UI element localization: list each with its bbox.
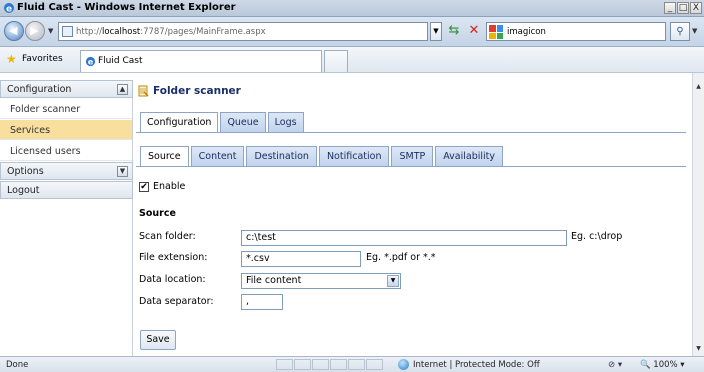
sidebar-item-label: Logout [7,185,40,196]
ie-tab-icon: e [85,57,96,67]
search-box[interactable]: imagicon [486,22,666,41]
data-location-value: File content [246,275,302,286]
security-zone-text[interactable]: Internet | Protected Mode: Off [413,360,540,370]
sidebar-item-label: Licensed users [10,146,81,157]
favorites-star-icon: ★ [6,52,17,66]
magnifier-icon: ⚲ [676,26,684,37]
forward-button[interactable]: ▶ [25,21,45,41]
new-tab-button[interactable] [324,50,348,72]
enable-label: Enable [153,181,186,192]
sidebar-item-folder-scanner[interactable]: Folder scanner [0,99,132,119]
sidebar-item-licensed-users[interactable]: Licensed users [0,141,132,161]
scan-folder-input[interactable]: c:\test [241,230,567,246]
favorites-bar: ★ Favorites e Fluid Cast [0,47,704,73]
browser-tab-label: Fluid Cast [98,56,143,66]
file-extension-label: File extension: [139,252,208,263]
zoom-level[interactable]: 🔍 100% ▾ [640,360,685,370]
sidebar-header-configuration[interactable]: Configuration ▲ [0,80,133,98]
address-url: http://localhost:7787/pages/MainFrame.as… [76,27,266,37]
search-options-dropdown-icon[interactable]: ▼ [692,22,702,41]
internet-zone-icon [398,359,409,370]
search-button[interactable]: ⚲ [670,22,690,41]
tab-content[interactable]: Content [190,146,245,167]
status-bar: Done Internet | Protected Mode: Off ⊘ ▾ … [0,356,704,372]
page-title: Folder scanner [153,85,241,97]
tab-availability[interactable]: Availability [435,146,504,167]
search-input[interactable]: imagicon [507,27,546,37]
back-button[interactable]: ◀ [4,21,24,41]
browser-tab-fluid-cast[interactable]: e Fluid Cast [80,50,322,72]
favorites-button[interactable]: Favorites [22,54,63,64]
tab-destination[interactable]: Destination [246,146,317,167]
status-text: Done [6,360,29,370]
ie-logo-icon: e [4,3,14,15]
save-button[interactable]: Save [140,330,176,350]
sidebar-item-label: Folder scanner [10,104,81,115]
vertical-scrollbar[interactable]: ▲ ▼ [692,73,704,356]
sidebar-header-options[interactable]: Options ▼ [0,162,133,180]
status-panels [276,359,383,370]
file-extension-input[interactable]: *.csv [241,251,361,267]
address-bar[interactable]: http://localhost:7787/pages/MainFrame.as… [58,22,428,41]
scroll-up-icon[interactable]: ▲ [693,81,704,92]
page-icon [62,26,73,37]
sidebar-header-label: Configuration [7,84,72,95]
close-button[interactable]: X [690,2,702,14]
enable-checkbox[interactable]: ✔ [139,182,149,192]
tab-smtp[interactable]: SMTP [391,146,434,167]
sidebar-item-logout[interactable]: Logout [0,181,133,199]
window-title: Fluid Cast - Windows Internet Explorer [17,2,236,13]
data-separator-input[interactable]: , [241,294,283,310]
window-controls: _ □ X [664,2,702,14]
sub-tabs: Source Content Destination Notification … [140,146,505,167]
tab-divider [136,132,686,133]
collapse-up-icon[interactable]: ▲ [117,84,128,95]
window-title-bar: e Fluid Cast - Windows Internet Explorer… [0,0,704,17]
scan-folder-hint: Eg. c:\drop [571,231,623,242]
tab-logs[interactable]: Logs [267,112,304,133]
maximize-button[interactable]: □ [677,2,689,14]
forward-arrow-icon: ▶ [30,24,39,37]
data-location-label: Data location: [139,274,206,285]
navigation-bar: ◀ ▶ ▼ http://localhost:7787/pages/MainFr… [0,17,704,47]
tab-notification[interactable]: Notification [318,146,390,167]
sidebar-item-services[interactable]: Services [0,120,132,140]
tab-divider [136,166,686,167]
scan-folder-label: Scan folder: [139,231,196,242]
sidebar-header-label: Options [7,166,44,177]
svg-text:e: e [88,57,94,67]
main-tabs: Configuration Queue Logs [140,112,306,133]
back-arrow-icon: ◀ [9,24,18,37]
data-separator-label: Data separator: [139,296,214,307]
sidebar: Configuration ▲ Folder scanner Services … [0,80,133,356]
status-tools-icon[interactable]: ⊘ ▾ [608,360,622,370]
svg-text:e: e [6,5,12,15]
address-dropdown-button[interactable]: ▼ [430,22,442,41]
tab-source[interactable]: Source [140,146,189,167]
folder-scanner-icon [138,85,149,97]
file-extension-hint: Eg. *.pdf or *.* [366,252,436,263]
minimize-button[interactable]: _ [664,2,676,14]
sidebar-item-label: Services [10,125,51,136]
dropdown-arrow-icon[interactable]: ▼ [387,275,399,287]
tab-queue[interactable]: Queue [220,112,266,133]
section-title-source: Source [139,208,176,219]
tab-configuration[interactable]: Configuration [140,112,219,133]
search-provider-icon [489,25,503,39]
scroll-down-icon[interactable]: ▼ [693,343,704,354]
expand-down-icon[interactable]: ▼ [117,166,128,177]
data-location-select[interactable]: File content ▼ [241,273,401,289]
refresh-button[interactable]: ⇆ [446,23,462,39]
history-dropdown-icon[interactable]: ▼ [48,27,53,35]
main-content: Folder scanner Configuration Queue Logs … [134,80,692,356]
stop-button[interactable]: ✕ [466,23,482,39]
